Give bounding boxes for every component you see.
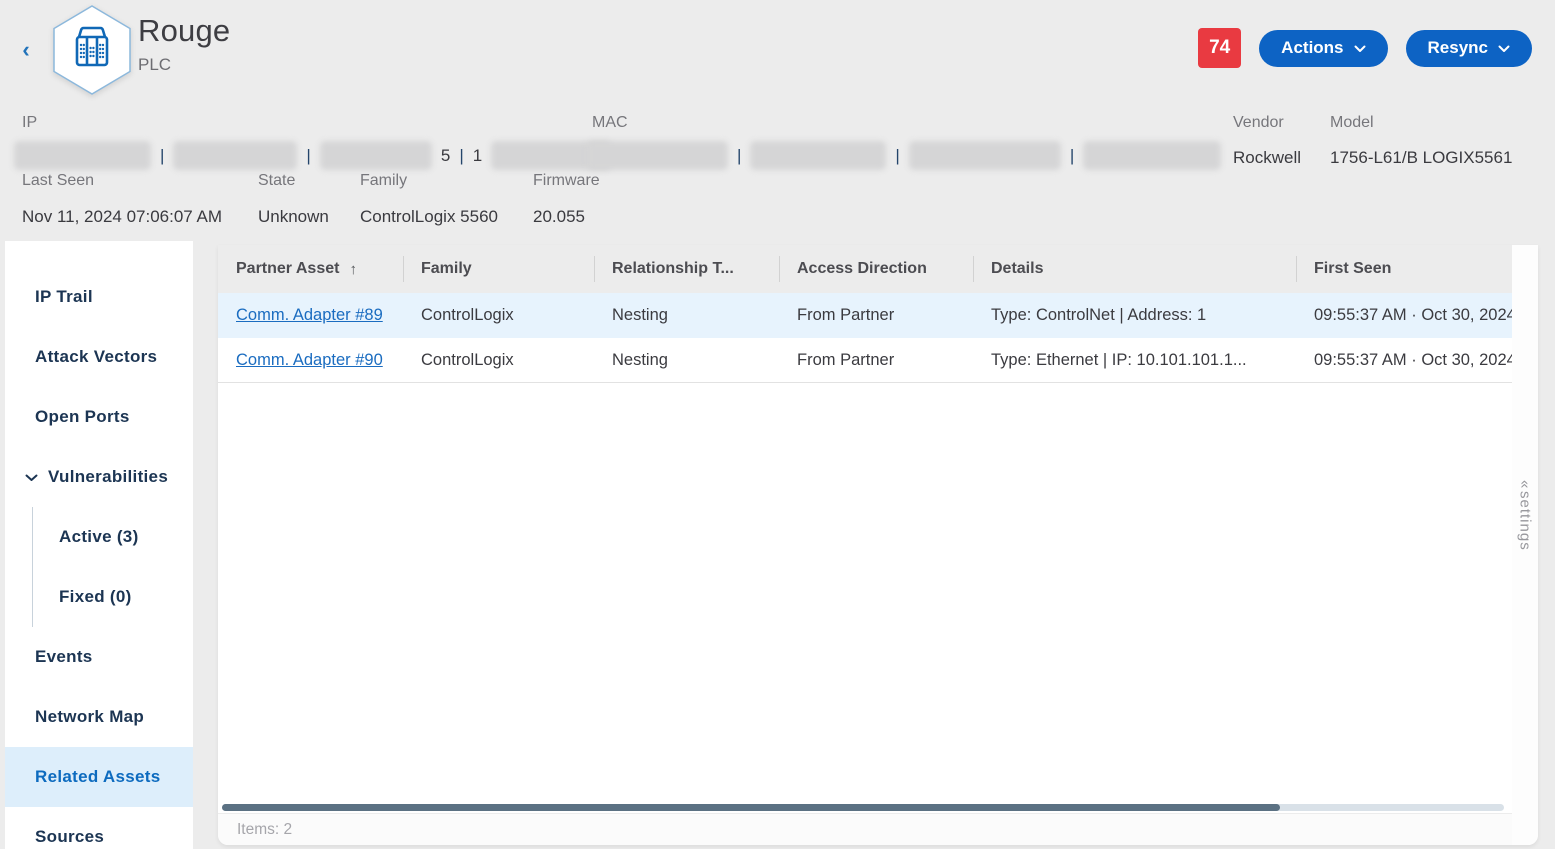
model-label: Model (1330, 114, 1374, 132)
vendor-value: Rockwell (1233, 148, 1301, 168)
family-label: Family (360, 172, 407, 190)
cell-access-direction: From Partner (779, 306, 973, 325)
sidebar-item-ip-trail[interactable]: IP Trail (5, 267, 193, 327)
cell-details: Type: ControlNet | Address: 1 (973, 306, 1296, 325)
state-value: Unknown (258, 207, 329, 227)
cell-relationship-type: Nesting (594, 351, 779, 370)
redacted-mac-1 (587, 141, 728, 170)
vendor-label: Vendor (1233, 114, 1284, 132)
ip-fragment: 5 (441, 146, 450, 166)
header-actions: 74 Actions Resync (1198, 28, 1532, 68)
items-count-bar: Items: 2 (218, 813, 1512, 845)
settings-panel-toggle[interactable]: « settings (1512, 245, 1538, 845)
ip-fragment: 1 (473, 146, 482, 166)
sidebar-item-attack-vectors[interactable]: Attack Vectors (5, 327, 193, 387)
sidebar-item-active-vulnerabilities[interactable]: Active (3) (33, 507, 193, 567)
resync-button[interactable]: Resync (1406, 30, 1532, 67)
redacted-mac-3 (909, 141, 1061, 170)
last-seen-value: Nov 11, 2024 07:06:07 AM (22, 207, 222, 227)
cell-first-seen: 09:55:37 AM · Oct 30, 2024 (1296, 306, 1512, 325)
redacted-ip-3 (320, 141, 432, 170)
table-row[interactable]: Comm. Adapter #89 ControlLogix Nesting F… (218, 293, 1512, 338)
family-value: ControlLogix 5560 (360, 207, 498, 227)
sidebar-item-vulnerabilities[interactable]: Vulnerabilities (5, 447, 193, 507)
column-header-family[interactable]: Family (403, 245, 594, 293)
partner-asset-link[interactable]: Comm. Adapter #89 (236, 306, 383, 324)
last-seen-label: Last Seen (22, 172, 94, 190)
risk-score-badge: 74 (1198, 28, 1241, 68)
column-header-partner-asset[interactable]: Partner Asset ↑ (218, 245, 403, 293)
cell-relationship-type: Nesting (594, 306, 779, 325)
cell-details: Type: Ethernet | IP: 10.101.101.1... (973, 351, 1296, 370)
asset-header: ‹ (0, 0, 1555, 240)
pipe-separator: | (160, 146, 164, 166)
redacted-mac-4 (1083, 141, 1221, 170)
collapse-chevron-icon: « (1517, 480, 1534, 489)
related-assets-panel: Partner Asset ↑ Family Relationship T...… (218, 245, 1538, 845)
actions-button[interactable]: Actions (1259, 30, 1387, 67)
pipe-separator: | (459, 146, 463, 166)
state-label: State (258, 172, 295, 190)
page-title: Rouge (138, 13, 230, 49)
pipe-separator: | (306, 146, 310, 166)
cell-access-direction: From Partner (779, 351, 973, 370)
horizontal-scrollbar[interactable] (222, 804, 1504, 811)
ip-label: IP (22, 114, 37, 132)
table-empty-space (218, 383, 1512, 804)
firmware-value: 20.055 (533, 207, 585, 227)
column-label: Partner Asset (236, 260, 339, 278)
table-header: Partner Asset ↑ Family Relationship T...… (218, 245, 1512, 293)
sidebar-nav: IP Trail Attack Vectors Open Ports Vulne… (5, 241, 193, 849)
redacted-mac-2 (750, 141, 886, 170)
back-button[interactable]: ‹ (14, 36, 38, 64)
column-header-first-seen[interactable]: First Seen (1296, 245, 1512, 293)
title-block: Rouge PLC (138, 13, 230, 75)
asset-detail-page: ‹ (0, 0, 1555, 849)
sidebar-item-fixed-vulnerabilities[interactable]: Fixed (0) (33, 567, 193, 627)
model-value: 1756-L61/B LOGIX5561 (1330, 148, 1512, 168)
partner-asset-link[interactable]: Comm. Adapter #90 (236, 351, 383, 369)
mac-values-redacted: | | | (587, 139, 1221, 172)
actions-button-label: Actions (1281, 38, 1343, 58)
related-assets-table: Partner Asset ↑ Family Relationship T...… (218, 245, 1512, 845)
sidebar-item-related-assets[interactable]: Related Assets (5, 747, 193, 807)
asset-type-hexagon-icon (50, 4, 134, 96)
cell-family: ControlLogix (403, 306, 594, 325)
sidebar-item-network-map[interactable]: Network Map (5, 687, 193, 747)
firmware-label: Firmware (533, 172, 600, 190)
column-header-relationship-type[interactable]: Relationship T... (594, 245, 779, 293)
cell-family: ControlLogix (403, 351, 594, 370)
items-count: Items: 2 (237, 821, 292, 839)
table-row[interactable]: Comm. Adapter #90 ControlLogix Nesting F… (218, 338, 1512, 383)
asset-type-label: PLC (138, 55, 230, 75)
redacted-ip-2 (173, 141, 297, 170)
ip-values-redacted: | | 5 | 1 (14, 139, 611, 172)
sort-ascending-icon: ↑ (349, 261, 357, 278)
vulnerabilities-subgroup: Active (3) Fixed (0) (32, 507, 193, 627)
pipe-separator: | (737, 146, 741, 166)
chevron-down-icon (1498, 38, 1510, 58)
chevron-down-icon (25, 467, 38, 487)
chevron-down-icon (1354, 38, 1366, 58)
pipe-separator: | (895, 146, 899, 166)
scrollbar-thumb[interactable] (222, 804, 1280, 811)
redacted-ip-1 (14, 141, 151, 170)
sidebar-item-label: Vulnerabilities (48, 467, 168, 487)
mac-label: MAC (592, 114, 628, 132)
back-chevron-icon: ‹ (22, 37, 29, 62)
column-header-details[interactable]: Details (973, 245, 1296, 293)
cell-first-seen: 09:55:37 AM · Oct 30, 2024 (1296, 351, 1512, 370)
sidebar-item-sources[interactable]: Sources (5, 807, 193, 849)
sidebar-item-open-ports[interactable]: Open Ports (5, 387, 193, 447)
pipe-separator: | (1070, 146, 1074, 166)
column-header-access-direction[interactable]: Access Direction (779, 245, 973, 293)
sidebar-item-events[interactable]: Events (5, 627, 193, 687)
settings-label: settings (1517, 491, 1534, 551)
resync-button-label: Resync (1428, 38, 1488, 58)
